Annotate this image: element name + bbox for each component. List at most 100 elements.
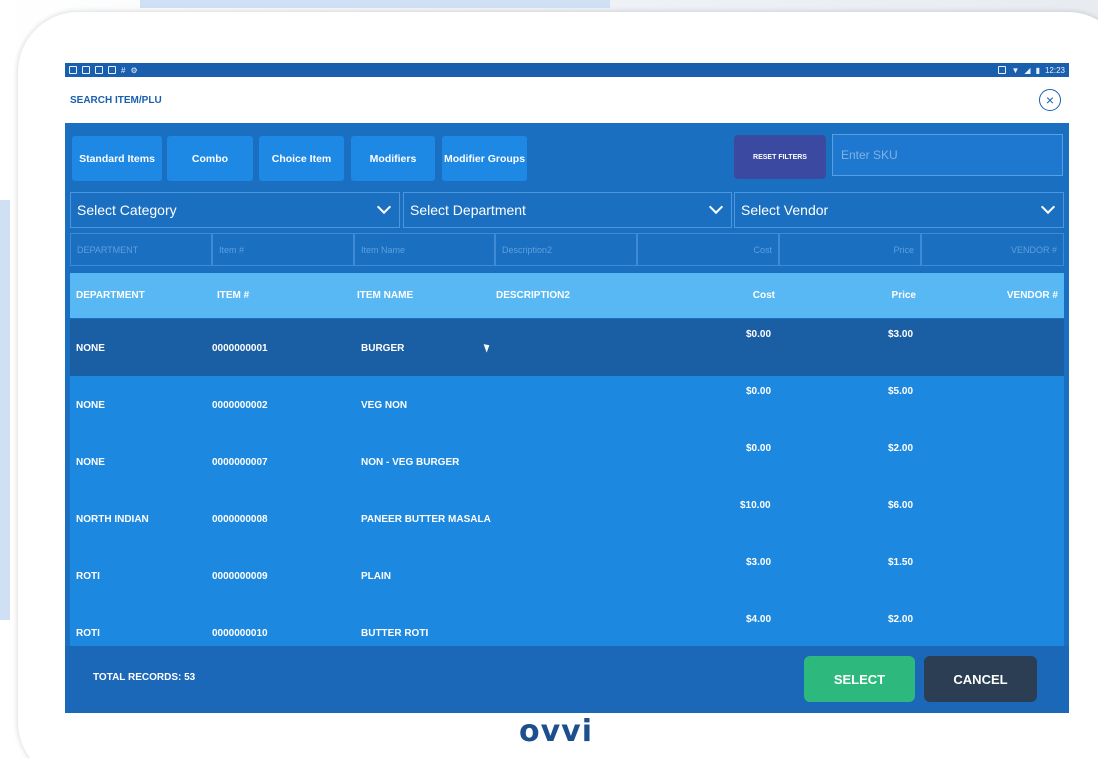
cell-department: ROTI — [76, 628, 100, 639]
filter-price[interactable]: Price — [779, 233, 921, 266]
dialog-title: SEARCH ITEM/PLU — [70, 94, 162, 106]
tab-modifiers[interactable]: Modifiers — [351, 136, 435, 181]
tab-label: Combo — [191, 152, 229, 165]
status-bar: # ⚙ ▼ ◢ ▮ 12:23 — [65, 63, 1069, 77]
header-price: Price — [891, 290, 916, 301]
cell-cost: $4.00 — [746, 614, 772, 625]
tab-standard-items[interactable]: Standard Items — [72, 136, 162, 181]
filter-placeholder: Price — [893, 244, 914, 255]
close-glyph: × — [1045, 92, 1055, 108]
column-filters: DEPARTMENT Item # Item Name Description2… — [70, 233, 1064, 266]
cell-price: $1.50 — [888, 557, 914, 568]
filter-placeholder: VENDOR # — [1010, 244, 1057, 255]
cell-item-number: 0000000009 — [212, 571, 268, 582]
close-icon[interactable]: × — [1039, 89, 1061, 111]
cell-cost: $0.00 — [746, 329, 772, 340]
header-item-number: ITEM # — [217, 290, 250, 301]
cell-price: $5.00 — [888, 386, 914, 397]
select-button-label: SELECT — [833, 671, 886, 687]
status-time: 12:23 — [1044, 65, 1065, 75]
cell-cost: $10.00 — [740, 500, 771, 511]
category-select-value: Select Category — [77, 202, 177, 218]
table-row[interactable]: NONE 0000000007 NON - VEG BURGER $0.00 $… — [70, 433, 1064, 490]
filter-cost[interactable]: Cost — [637, 233, 779, 266]
reset-filters-label: RESET FILTERS — [753, 153, 807, 161]
filter-placeholder: Item # — [219, 244, 245, 255]
filter-placeholder: Cost — [753, 244, 772, 255]
dialog-footer: TOTAL RECORDS: 53 SELECT CANCEL — [65, 646, 1069, 713]
department-select[interactable]: Select Department — [403, 192, 732, 228]
filter-department[interactable]: DEPARTMENT — [70, 233, 212, 266]
table-row[interactable]: NONE 0000000002 VEG NON $0.00 $5.00 — [70, 376, 1064, 433]
tab-modifier-groups[interactable]: Modifier Groups — [442, 136, 527, 181]
tab-label: Modifiers — [369, 152, 417, 165]
status-icons-right: ▼ ◢ ▮ 12:23 — [998, 66, 1065, 75]
filter-placeholder: Description2 — [502, 244, 553, 255]
cell-item-number: 0000000007 — [212, 457, 268, 468]
department-select-value: Select Department — [410, 202, 526, 218]
signal-icon: ◢ — [1024, 65, 1031, 75]
filter-vendor[interactable]: VENDOR # — [921, 233, 1064, 266]
tab-label: Standard Items — [79, 152, 155, 165]
settings-icon: ⚙ — [130, 65, 138, 75]
filter-placeholder: DEPARTMENT — [77, 244, 139, 255]
select-button[interactable]: SELECT — [804, 656, 915, 702]
cell-department: NONE — [76, 343, 105, 354]
header-department: DEPARTMENT — [76, 290, 145, 301]
volume-icon — [95, 65, 103, 74]
cell-department: NORTH INDIAN — [76, 514, 149, 525]
category-select[interactable]: Select Category — [70, 192, 400, 228]
wifi-icon: ▼ — [1011, 65, 1020, 75]
header-item-name: ITEM NAME — [357, 290, 414, 301]
table-row[interactable]: NORTH INDIAN 0000000008 PANEER BUTTER MA… — [70, 490, 1064, 547]
table-row[interactable]: NONE 0000000001 BURGER $0.00 $3.00 — [70, 319, 1064, 376]
cancel-button[interactable]: CANCEL — [924, 656, 1037, 702]
cell-item-number: 0000000001 — [212, 343, 268, 354]
cell-item-number: 0000000002 — [212, 400, 268, 411]
cell-item-name: PANEER BUTTER MASALA — [361, 514, 491, 525]
app-screen: # ⚙ ▼ ◢ ▮ 12:23 SEARCH ITEM/PLU × Standa… — [65, 63, 1069, 713]
toolbar: Standard Items Combo Choice Item Modifie… — [65, 123, 1069, 183]
tab-choice-item[interactable]: Choice Item — [259, 136, 344, 181]
filter-item-number[interactable]: Item # — [212, 233, 354, 266]
cell-item-name: VEG NON — [361, 400, 408, 411]
cell-item-number: 0000000008 — [212, 514, 268, 525]
tab-label: Choice Item — [271, 152, 332, 165]
cell-department: ROTI — [76, 571, 100, 582]
filter-description2[interactable]: Description2 — [495, 233, 637, 266]
app-icon — [69, 65, 77, 74]
filter-item-name[interactable]: Item Name — [354, 233, 495, 266]
frame-accent-top — [140, 0, 610, 8]
header-vendor: VENDOR # — [1006, 290, 1058, 301]
hash-icon: # — [121, 65, 126, 75]
cell-price: $6.00 — [888, 500, 914, 511]
table-row[interactable]: ROTI 0000000010 BUTTER ROTI $4.00 $2.00 — [70, 604, 1064, 646]
reset-filters-button[interactable]: RESET FILTERS — [734, 135, 826, 179]
table-row[interactable]: ROTI 0000000009 PLAIN $3.00 $1.50 — [70, 547, 1064, 604]
dialog-titlebar: SEARCH ITEM/PLU × — [65, 77, 1069, 123]
cell-department: NONE — [76, 400, 105, 411]
frame-accent-left — [0, 200, 10, 620]
vendor-select[interactable]: Select Vendor — [734, 192, 1064, 228]
table-header: DEPARTMENT ITEM # ITEM NAME DESCRIPTION2… — [70, 273, 1064, 318]
cancel-button-label: CANCEL — [953, 671, 1008, 687]
download-icon — [108, 65, 116, 74]
cell-item-name: NON - VEG BURGER — [361, 457, 460, 468]
cell-price: $2.00 — [888, 443, 914, 454]
filter-placeholder: Item Name — [361, 244, 406, 255]
cell-item-name: BUTTER ROTI — [361, 628, 429, 639]
screen-icon — [998, 66, 1007, 74]
total-records: TOTAL RECORDS: 53 — [93, 672, 196, 683]
chevron-down-icon — [708, 199, 724, 215]
status-icons-left: # ⚙ — [69, 65, 138, 75]
sku-input[interactable] — [832, 134, 1063, 176]
chevron-down-icon — [1040, 199, 1056, 215]
vendor-select-value: Select Vendor — [741, 202, 829, 218]
cell-item-name: PLAIN — [361, 571, 391, 582]
tab-combo[interactable]: Combo — [167, 136, 253, 181]
cell-cost: $0.00 — [746, 386, 772, 397]
brand-logo: ovvi — [519, 714, 594, 749]
chevron-down-icon — [376, 199, 392, 215]
cell-cost: $0.00 — [746, 443, 772, 454]
header-cost: Cost — [752, 290, 775, 301]
